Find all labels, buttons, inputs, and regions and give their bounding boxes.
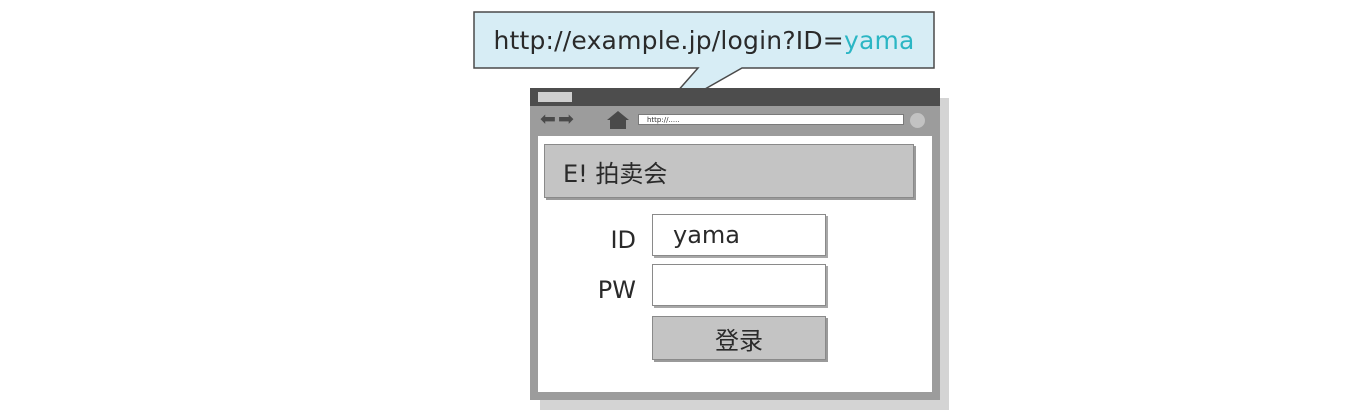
id-label: ID [610,226,636,254]
status-indicator-icon [910,113,925,128]
callout-url-text: http://example.jp/login?ID= yama [474,12,934,68]
login-button[interactable]: 登录 [652,316,826,360]
password-input[interactable] [652,264,826,306]
forward-arrow-icon[interactable]: ➡ [558,109,574,129]
home-icon[interactable] [606,110,630,130]
address-bar[interactable]: http://..... [638,114,904,125]
pw-label: PW [597,276,636,304]
title-bar [530,88,940,106]
site-title-banner: E! 拍卖会 [544,144,914,198]
browser-tab[interactable] [538,92,572,102]
id-input[interactable]: yama [652,214,826,256]
callout-url-prefix: http://example.jp/login?ID= [493,25,844,55]
page-content: E! 拍卖会 ID yama PW 登录 [538,136,932,392]
browser-window: ⬅ ➡ http://..... E! 拍卖会 ID yama PW 登录 [530,88,940,400]
callout-url-param-value: yama [843,25,915,55]
back-arrow-icon[interactable]: ⬅ [540,109,556,129]
